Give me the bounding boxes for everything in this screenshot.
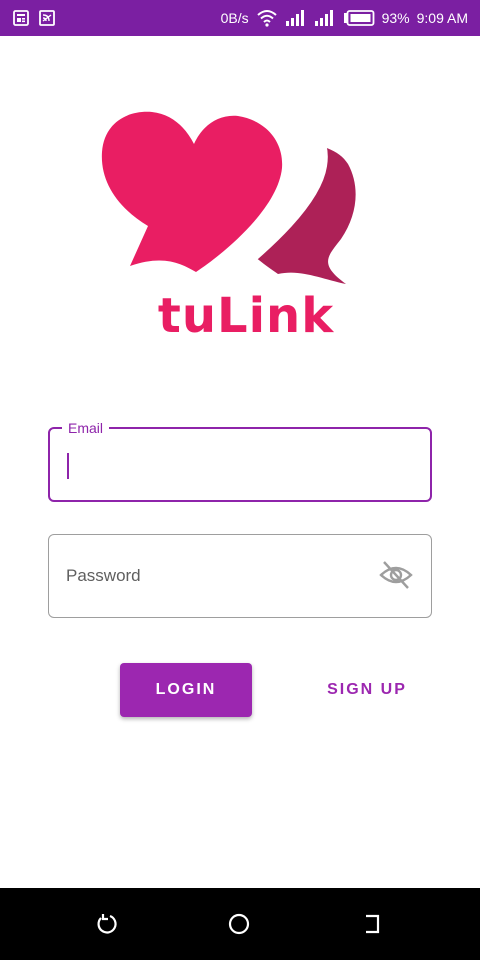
navigation-bar	[0, 888, 480, 960]
signup-button[interactable]: SIGN UP	[312, 663, 422, 717]
login-button[interactable]: LOGIN	[120, 663, 252, 717]
network-speed: 0B/s	[220, 10, 249, 26]
clock: 9:09 AM	[416, 10, 468, 26]
battery-percent: 93%	[381, 10, 410, 26]
wifi-icon	[256, 9, 278, 27]
password-field[interactable]: Password	[48, 534, 432, 618]
app-logo: tuLink	[96, 104, 392, 354]
cast-icon	[38, 9, 56, 27]
logo-hearts-icon	[101, 104, 356, 284]
password-placeholder: Password	[66, 566, 141, 585]
signal-icon	[285, 9, 307, 27]
status-right: 0B/s 93% 9:09 AM	[221, 9, 468, 27]
eye-off-icon[interactable]	[379, 559, 413, 596]
status-left-icons	[12, 9, 56, 27]
home-icon[interactable]	[227, 912, 251, 936]
email-label: Email	[62, 419, 110, 437]
signal-icon-2	[314, 9, 336, 27]
news-icon	[12, 9, 30, 27]
back-icon[interactable]	[95, 912, 119, 936]
email-field[interactable]: Email	[48, 419, 432, 502]
recent-apps-icon[interactable]	[361, 912, 385, 936]
battery-icon	[343, 10, 375, 26]
text-caret	[67, 453, 69, 479]
status-bar: 0B/s 93% 9:09 AM	[0, 0, 480, 36]
app-name: tuLink	[157, 288, 335, 344]
